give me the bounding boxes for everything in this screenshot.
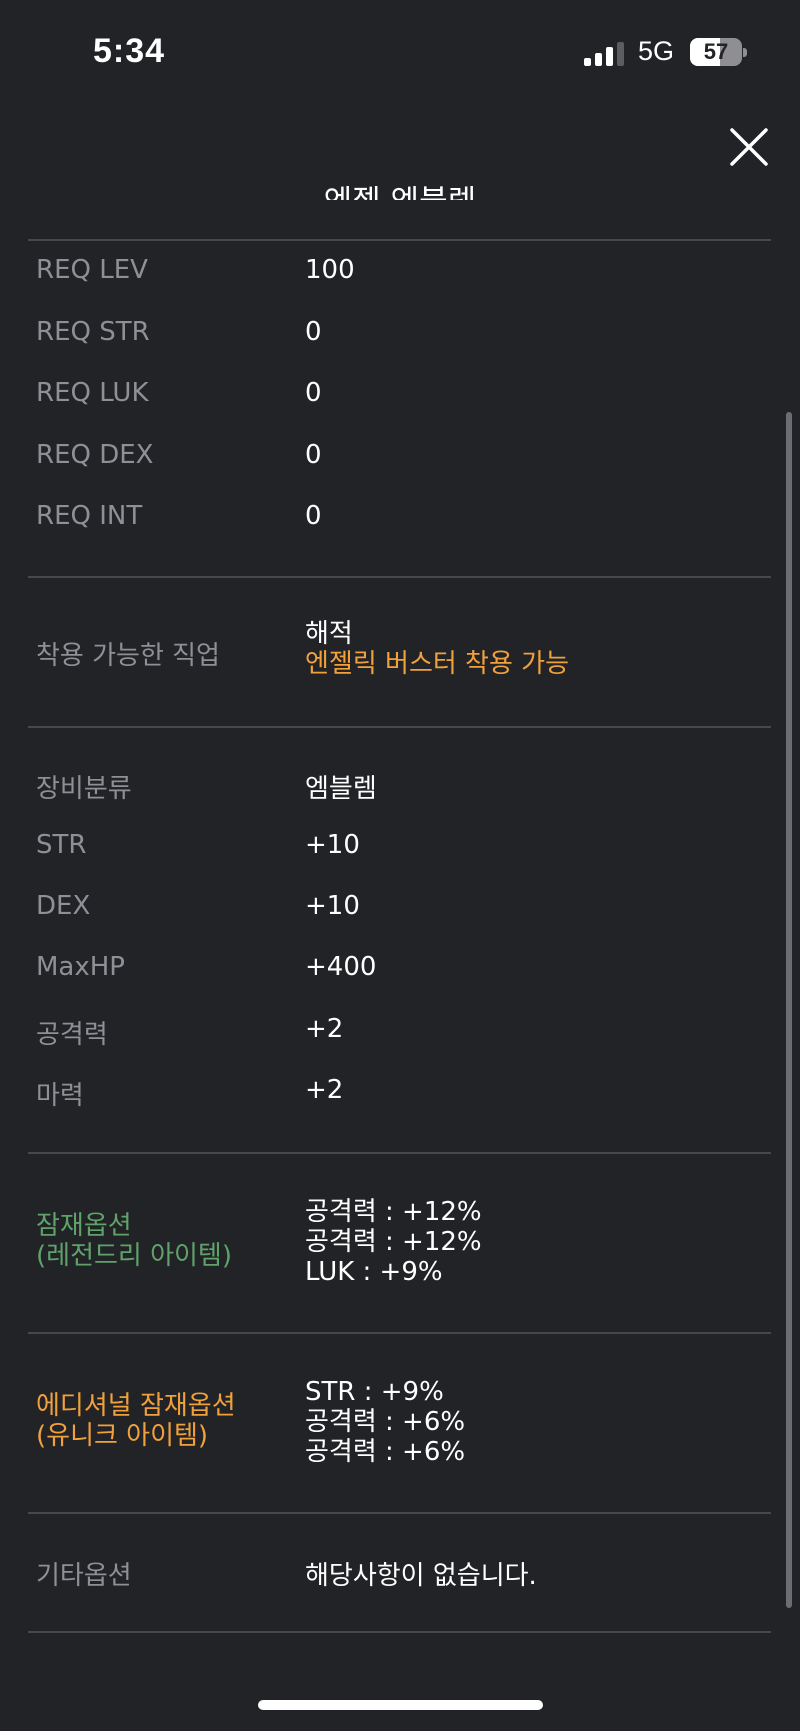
req-dex-value: 0	[305, 440, 322, 470]
maxhp-label: MaxHP	[36, 952, 125, 982]
magic-value: +2	[305, 1075, 344, 1105]
potential-line: LUK : +9%	[305, 1257, 443, 1287]
potential-values: 공격력 : +12% 공격력 : +12% LUK : +9%	[305, 1197, 482, 1287]
additional-potential-line: STR : +9%	[305, 1377, 444, 1407]
str-label: STR	[36, 830, 87, 860]
attack-value: +2	[305, 1014, 344, 1044]
potential-line: 공격력 : +12%	[305, 1197, 482, 1227]
potential-label-line1: 잠재옵션	[36, 1211, 132, 1241]
battery-percent: 57	[703, 39, 729, 64]
additional-potential-label-line1: 에디셔널 잠재옵션	[36, 1391, 236, 1421]
cellular-signal-icon	[584, 42, 624, 66]
req-luk-label: REQ LUK	[36, 378, 149, 408]
divider	[28, 1332, 771, 1334]
dex-label: DEX	[36, 891, 91, 921]
home-indicator[interactable]	[258, 1700, 543, 1710]
magic-label: 마력	[36, 1081, 84, 1111]
jobs-value: 해적 엔젤릭 버스터 착용 가능	[305, 619, 569, 679]
req-lev-value: 100	[305, 255, 355, 285]
attack-label: 공격력	[36, 1020, 108, 1050]
req-int-value: 0	[305, 501, 322, 531]
status-time: 5:34	[93, 32, 166, 70]
jobs-label: 착용 가능한 직업	[36, 641, 220, 671]
other-label: 기타옵션	[36, 1561, 132, 1591]
item-name: 엔젤 엠블렘	[0, 172, 800, 200]
network-type: 5G	[638, 36, 675, 66]
dex-value: +10	[305, 891, 360, 921]
req-lev-label: REQ LEV	[36, 255, 148, 285]
req-str-label: REQ STR	[36, 317, 150, 347]
equip-type-label: 장비분류	[36, 774, 132, 804]
potential-label-line2: (레전드리 아이템)	[36, 1241, 232, 1271]
additional-potential-line: 공격력 : +6%	[305, 1437, 466, 1467]
divider	[28, 1152, 771, 1154]
scrollbar[interactable]	[786, 412, 792, 1608]
divider	[28, 1512, 771, 1514]
status-bar: 5:34 5G 57	[0, 0, 800, 105]
additional-potential-label-line2: (유니크 아이템)	[36, 1421, 209, 1451]
other-value: 해당사항이 없습니다.	[305, 1561, 537, 1591]
item-name-text: 엔젤 엠블렘	[0, 176, 800, 200]
req-str-value: 0	[305, 317, 322, 347]
divider	[28, 576, 771, 578]
close-icon	[730, 128, 768, 166]
str-value: +10	[305, 830, 360, 860]
close-button[interactable]	[726, 124, 772, 170]
divider	[28, 1631, 771, 1633]
additional-potential-label: 에디셔널 잠재옵션 (유니크 아이템)	[36, 1391, 236, 1451]
req-dex-label: REQ DEX	[36, 440, 154, 470]
potential-line: 공격력 : +12%	[305, 1227, 482, 1257]
req-int-label: REQ INT	[36, 501, 143, 531]
potential-label: 잠재옵션 (레전드리 아이템)	[36, 1211, 232, 1271]
battery-icon: 57	[690, 38, 748, 66]
additional-potential-values: STR : +9% 공격력 : +6% 공격력 : +6%	[305, 1377, 465, 1467]
req-luk-value: 0	[305, 378, 322, 408]
divider	[28, 239, 771, 241]
maxhp-value: +400	[305, 952, 377, 982]
jobs-class: 해적	[305, 619, 353, 649]
equip-type-value: 엠블렘	[305, 774, 377, 804]
additional-potential-line: 공격력 : +6%	[305, 1407, 466, 1437]
jobs-note: 엔젤릭 버스터 착용 가능	[305, 649, 569, 679]
divider	[28, 726, 771, 728]
